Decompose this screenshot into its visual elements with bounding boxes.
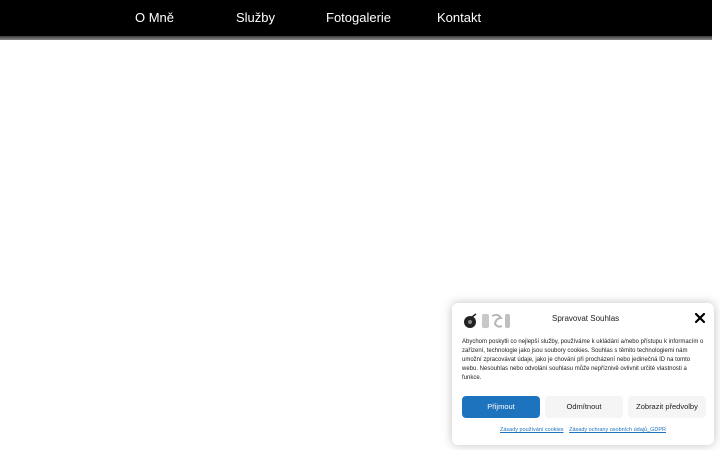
nav-item-o-mne[interactable]: O Mně — [135, 9, 174, 27]
cookie-policy-links: Zásady používání cookies Zásady ochrany … — [452, 427, 714, 433]
accept-button[interactable]: Přijmout — [462, 396, 540, 418]
site-logo-icon — [464, 313, 510, 328]
deny-button[interactable]: Odmítnout — [545, 396, 623, 418]
nav-item-sluzby[interactable]: Služby — [236, 9, 275, 27]
nav-item-kontakt[interactable]: Kontakt — [437, 9, 481, 27]
top-navigation-bar: O Mně Služby Fotogalerie Kontakt — [0, 0, 712, 36]
navigation-bar-shadow — [0, 36, 712, 40]
nav-item-fotogalerie[interactable]: Fotogalerie — [326, 9, 391, 27]
cookie-consent-text: Abychom poskytli co nejlepší služby, pou… — [462, 339, 704, 381]
privacy-policy-link[interactable]: Zásady ochrany osobních údajů_GDPR — [569, 427, 666, 433]
cookie-panel-title: Spravovat Souhlas — [552, 314, 620, 323]
cookie-policy-link[interactable]: Zásady používání cookies — [500, 427, 564, 433]
view-preferences-button[interactable]: Zobrazit předvolby — [628, 396, 706, 418]
close-icon[interactable] — [693, 311, 707, 325]
cookie-consent-panel: Spravovat Souhlas Abychom poskytli co ne… — [452, 303, 714, 445]
